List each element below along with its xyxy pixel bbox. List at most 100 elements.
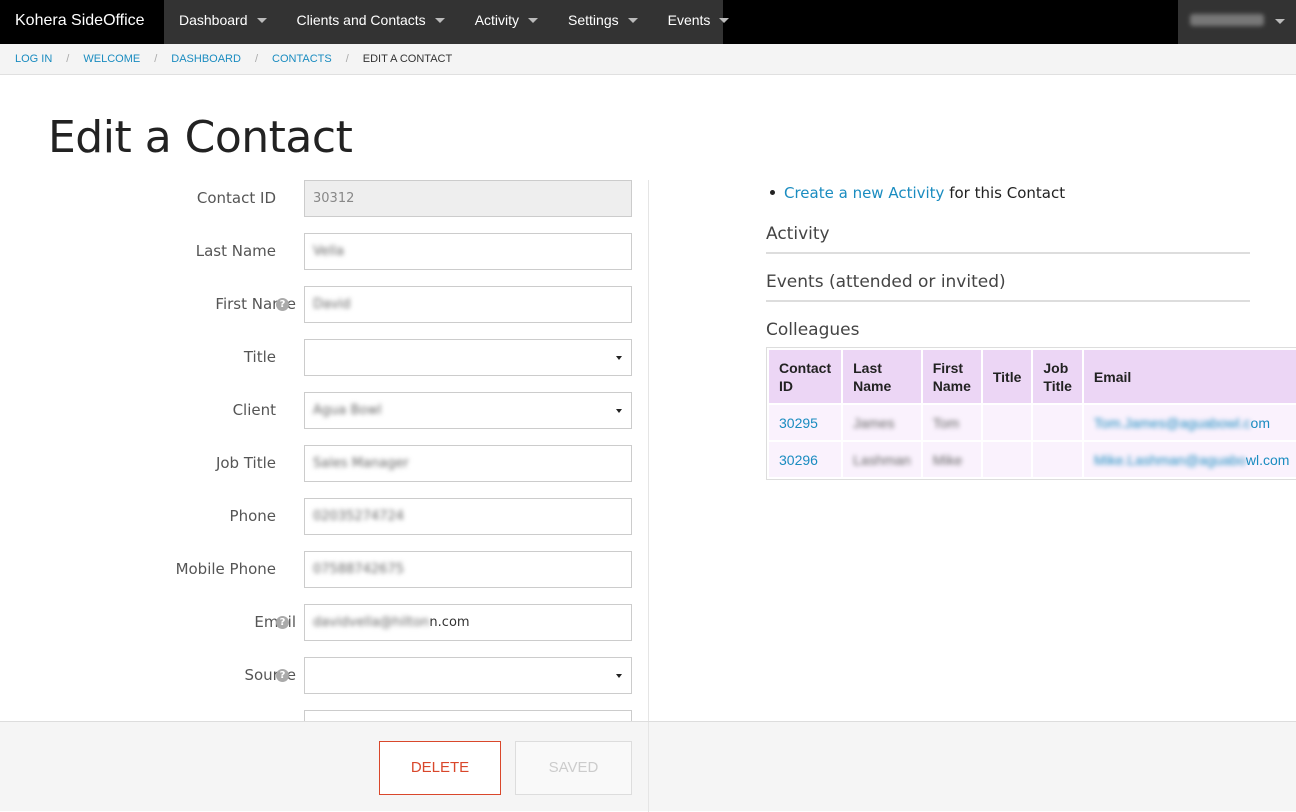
- form-row-contact-id: Contact ID 30312: [0, 180, 650, 218]
- contact-id-field: 30312: [304, 180, 632, 217]
- chevron-down-icon: [528, 18, 539, 23]
- bullet: [770, 190, 775, 195]
- table-row: 30295 James Tom Tom.James@aguabowl.com: [769, 405, 1296, 440]
- cell-first-name: Tom: [922, 405, 981, 440]
- mobile-phone-label: Mobile Phone: [175, 560, 276, 578]
- first-name-value: Mike: [932, 451, 963, 468]
- menu-settings[interactable]: Settings: [553, 0, 653, 44]
- job-title-label: Job Title: [215, 454, 276, 472]
- table-header-row: Contact ID Last Name First Name Title Job Ti…: [769, 350, 1296, 403]
- email-redacted: Tom.James@aguabowl.c: [1093, 414, 1251, 431]
- client-value: Agua Bowl: [313, 403, 382, 418]
- form-row-job-title: Job Title Sales Manager: [0, 445, 650, 483]
- cell-title: [982, 405, 1032, 440]
- menu-dashboard[interactable]: Dashboard: [164, 0, 282, 44]
- phone-field[interactable]: 02035274724: [304, 498, 632, 535]
- form-row-last-name: Last Name Vella: [0, 233, 650, 271]
- menu-label: Settings: [568, 12, 619, 28]
- form-row-client: Client Agua Bowl: [0, 392, 650, 430]
- saved-button[interactable]: SAVED: [515, 741, 632, 795]
- user-name-redacted: [1190, 14, 1264, 26]
- cell-job-title: [1033, 442, 1082, 477]
- breadcrumb-log-in[interactable]: LOG IN: [15, 53, 52, 65]
- last-name-value: James: [853, 414, 895, 431]
- email-link[interactable]: Tom.James@aguabowl.com: [1094, 415, 1270, 431]
- col-job-title[interactable]: Job Title: [1033, 350, 1082, 403]
- col-label: ID: [779, 377, 793, 394]
- email-visible: wl.com: [1245, 451, 1290, 468]
- title-label: Title: [243, 348, 276, 366]
- phone-value: 02035274724: [313, 509, 404, 524]
- delete-button[interactable]: DELETE: [379, 741, 501, 795]
- menu-clients-and-contacts[interactable]: Clients and Contacts: [282, 0, 460, 44]
- cell-email: Tom.James@aguabowl.com: [1083, 405, 1296, 440]
- col-email[interactable]: Email: [1083, 350, 1296, 403]
- title-select[interactable]: [304, 339, 632, 376]
- client-label: Client: [232, 401, 276, 419]
- events-heading: Events (attended or invited): [766, 272, 1250, 302]
- activity-heading: Activity: [766, 224, 1250, 254]
- help-icon[interactable]: ?: [276, 298, 289, 311]
- first-name-value: David: [313, 297, 351, 312]
- email-redacted: Mike.Lashman@aguabo: [1093, 451, 1246, 468]
- contact-id-link[interactable]: 30296: [779, 452, 818, 468]
- job-title-field[interactable]: Sales Manager: [304, 445, 632, 482]
- col-contact-id[interactable]: Contact ID: [769, 350, 842, 403]
- create-activity-link[interactable]: Create a new Activity: [784, 184, 944, 202]
- menu-label: Clients and Contacts: [296, 12, 426, 28]
- colleagues-table: Contact ID Last Name First Name Title Job Ti…: [766, 347, 1296, 480]
- caret-down-icon: [616, 356, 622, 360]
- breadcrumb-contacts[interactable]: CONTACTS: [272, 53, 332, 65]
- cell-title: [982, 442, 1032, 477]
- caret-down-icon: [616, 674, 622, 678]
- create-activity-item: Create a new Activity for this Contact: [770, 184, 1065, 202]
- menu-label: Events: [667, 12, 711, 28]
- menu-events[interactable]: Events: [653, 0, 745, 44]
- chevron-down-icon: [719, 18, 730, 23]
- contact-id-link[interactable]: 30295: [779, 415, 818, 431]
- top-navbar: Kohera SideOffice Dashboard Clients and …: [0, 0, 1296, 44]
- col-label: First: [932, 359, 964, 376]
- col-first-name[interactable]: First Name: [922, 350, 981, 403]
- column-divider: [648, 722, 649, 812]
- last-name-value: Vella: [313, 244, 345, 259]
- menu-label: Dashboard: [179, 12, 248, 28]
- cell-job-title: [1033, 405, 1082, 440]
- mobile-phone-field[interactable]: 07588742675: [304, 551, 632, 588]
- source-select[interactable]: [304, 657, 632, 694]
- create-activity-suffix: for this Contact: [944, 184, 1066, 202]
- email-link[interactable]: Mike.Lashman@aguabowl.com: [1094, 452, 1290, 468]
- breadcrumb-dashboard[interactable]: DASHBOARD: [171, 53, 241, 65]
- brand-logo[interactable]: Kohera SideOffice: [0, 0, 164, 44]
- phone-label: Phone: [229, 507, 276, 525]
- cell-contact-id: 30295: [769, 405, 842, 440]
- help-icon[interactable]: ?: [276, 669, 289, 682]
- user-menu[interactable]: [1178, 0, 1296, 44]
- colleagues-heading: Colleagues: [766, 320, 860, 340]
- help-icon[interactable]: ?: [276, 616, 289, 629]
- contact-id-label: Contact ID: [196, 189, 276, 207]
- col-last-name[interactable]: Last Name: [843, 350, 921, 403]
- form-row-title: Title: [0, 339, 650, 377]
- email-visible: om: [1250, 414, 1270, 431]
- breadcrumb: LOG IN / WELCOME / DASHBOARD / CONTACTS …: [0, 44, 1296, 75]
- breadcrumb-welcome[interactable]: WELCOME: [83, 53, 140, 65]
- last-name-label: Last Name: [195, 242, 276, 260]
- email-field[interactable]: davidvella@hiltonn.com: [304, 604, 632, 641]
- cell-first-name: Mike: [922, 442, 981, 477]
- col-title[interactable]: Title: [982, 350, 1032, 403]
- breadcrumb-separator: /: [154, 53, 158, 65]
- menu-activity[interactable]: Activity: [460, 0, 553, 44]
- col-label: Last: [853, 359, 882, 376]
- col-label: Contact: [779, 359, 832, 376]
- cell-last-name: Lashman: [843, 442, 921, 477]
- mobile-phone-value: 07588742675: [313, 562, 404, 577]
- last-name-field[interactable]: Vella: [304, 233, 632, 270]
- first-name-field[interactable]: David: [304, 286, 632, 323]
- main-menu: Dashboard Clients and Contacts Activity …: [164, 0, 730, 44]
- chevron-down-icon: [1275, 19, 1285, 24]
- form-row-phone: Phone 02035274724: [0, 498, 650, 536]
- breadcrumb-separator: /: [345, 53, 349, 65]
- col-label: Name: [932, 377, 971, 394]
- client-select[interactable]: Agua Bowl: [304, 392, 632, 429]
